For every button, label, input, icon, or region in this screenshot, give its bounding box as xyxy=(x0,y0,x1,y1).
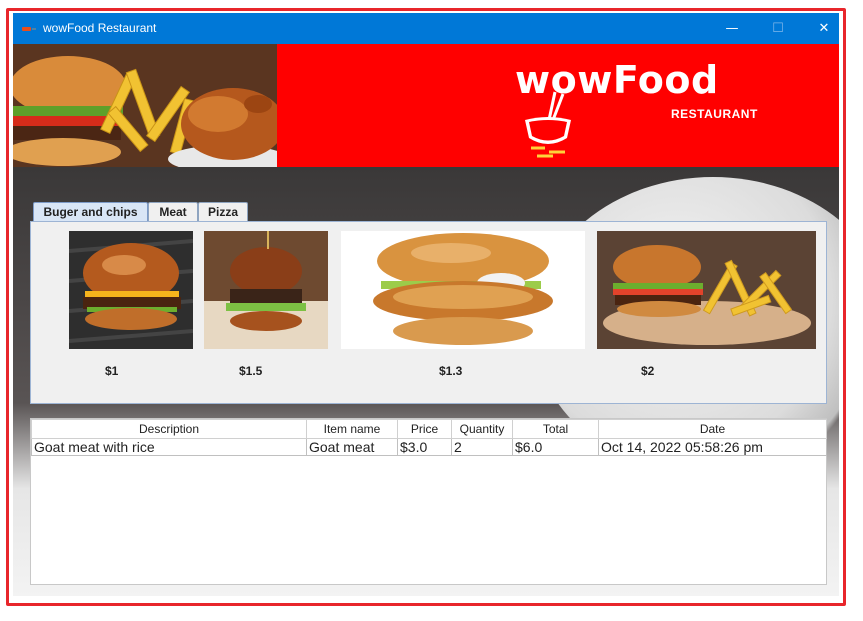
menu-item-image[interactable] xyxy=(341,231,585,349)
title-bar[interactable]: wowFood Restaurant — ☐ ✕ xyxy=(13,13,839,44)
java-cup-icon xyxy=(22,27,36,31)
menu-item-image[interactable] xyxy=(204,231,328,349)
cell-quantity[interactable]: 2 xyxy=(451,438,513,456)
cell-total[interactable]: $6.0 xyxy=(512,438,599,456)
minimize-button[interactable]: — xyxy=(709,13,755,44)
column-header-total[interactable]: Total xyxy=(512,419,599,439)
column-header-description[interactable]: Description xyxy=(31,419,307,439)
cell-date[interactable]: Oct 14, 2022 05:58:26 pm xyxy=(598,438,827,456)
table-header-row: Description Item name Price Quantity Tot… xyxy=(31,419,827,439)
orders-table: Description Item name Price Quantity Tot… xyxy=(31,419,827,456)
column-header-price[interactable]: Price xyxy=(397,419,452,439)
app-window: wowFood Restaurant — ☐ ✕ wowFood RESTAUR… xyxy=(13,13,839,596)
column-header-quantity[interactable]: Quantity xyxy=(451,419,513,439)
window-title: wowFood Restaurant xyxy=(43,21,157,35)
table-row[interactable]: Goat meat with rice Goat meat $3.0 2 $6.… xyxy=(31,438,827,456)
tab-buger-and-chips[interactable]: Buger and chips xyxy=(33,202,148,221)
cell-item-name[interactable]: Goat meat xyxy=(306,438,398,456)
menu-item-price: $2 xyxy=(641,364,655,378)
noodle-bowl-icon xyxy=(525,91,571,158)
menu-panel: $1 $1.5 $1.3 $2 xyxy=(30,221,827,404)
menu-item-price: $1.5 xyxy=(239,364,263,378)
orders-table-container: Description Item name Price Quantity Tot… xyxy=(30,418,827,585)
banner-food-image xyxy=(13,44,277,167)
brand-subtitle: RESTAURANT xyxy=(671,107,758,121)
header-banner: wowFood RESTAURANT xyxy=(13,44,839,167)
column-header-item-name[interactable]: Item name xyxy=(306,419,398,439)
cell-description[interactable]: Goat meat with rice xyxy=(31,438,307,456)
tab-pizza[interactable]: Pizza xyxy=(198,202,248,221)
menu-item-price: $1.3 xyxy=(439,364,463,378)
menu-item-image[interactable] xyxy=(69,231,193,349)
column-header-date[interactable]: Date xyxy=(598,419,827,439)
cell-price[interactable]: $3.0 xyxy=(397,438,452,456)
close-button[interactable]: ✕ xyxy=(801,13,839,44)
tab-meat[interactable]: Meat xyxy=(148,202,198,221)
menu-item-price: $1 xyxy=(105,364,119,378)
menu-item-image[interactable] xyxy=(597,231,816,349)
maximize-button[interactable]: ☐ xyxy=(755,13,801,44)
